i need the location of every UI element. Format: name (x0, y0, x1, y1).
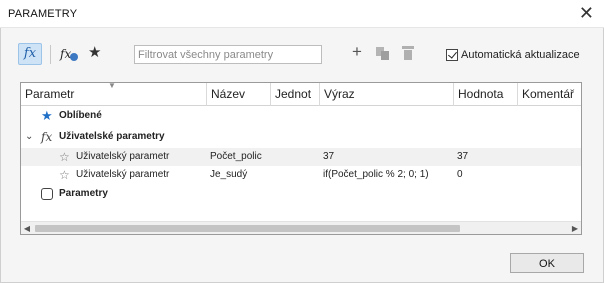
auto-update-label: Automatická aktualizace (461, 49, 580, 61)
column-header-jednotka[interactable]: Jednot (271, 83, 320, 106)
scroll-right-icon[interactable]: ▶ (569, 222, 581, 234)
horizontal-scrollbar[interactable]: ◀ ▶ (21, 221, 581, 234)
window-title: PARAMETRY (8, 8, 78, 20)
ok-button[interactable]: OK (510, 253, 584, 273)
cell-parametr: Uživatelský parametr (76, 169, 170, 180)
copy-icon[interactable] (376, 47, 390, 60)
category-label: Parametry (59, 188, 108, 199)
table-header: Parametr ▼ Název Jednot Výraz Hodnota Ko… (21, 82, 581, 106)
star-icon: ★ (41, 108, 53, 123)
table-row[interactable]: ☆ Uživatelský parametr Je_sudý if(Počet_… (21, 166, 581, 184)
user-fx-icon[interactable]: fx (60, 44, 80, 64)
auto-update-toggle[interactable]: Automatická aktualizace (446, 48, 580, 62)
filter-input[interactable] (134, 45, 322, 64)
fx-icon[interactable]: fx (18, 43, 42, 65)
category-parametry[interactable]: Parametry (21, 185, 581, 203)
star-outline-icon[interactable]: ☆ (59, 166, 70, 184)
parameter-icon (41, 188, 53, 200)
category-uzivatelske-parametry[interactable]: ⌄ fx Uživatelské parametry (21, 128, 581, 146)
title-bar: PARAMETRY ✕ (0, 0, 604, 28)
sort-caret-icon: ▼ (108, 82, 116, 90)
category-label: Oblíbené (59, 110, 102, 121)
parameters-table: Parametr ▼ Název Jednot Výraz Hodnota Ko… (20, 82, 582, 235)
scroll-left-icon[interactable]: ◀ (21, 222, 33, 234)
column-header-komentar[interactable]: Komentář (518, 83, 581, 106)
close-icon[interactable]: ✕ (579, 4, 594, 22)
cell-parametr: Uživatelský parametr (76, 151, 170, 162)
cell-nazev[interactable]: Je_sudý (210, 166, 247, 184)
cell-nazev[interactable]: Počet_polic (210, 148, 262, 166)
chevron-down-icon[interactable]: ⌄ (25, 128, 35, 146)
cell-hodnota: 0 (457, 169, 463, 180)
scrollbar-thumb[interactable] (35, 225, 460, 232)
category-label: Uživatelské parametry (59, 131, 165, 142)
column-header-nazev[interactable]: Název (207, 83, 271, 106)
category-oblibene[interactable]: ★ Oblíbené (21, 107, 581, 125)
cell-vyraz[interactable]: 37 (323, 148, 334, 166)
auto-update-checkbox[interactable] (446, 49, 458, 61)
table-row[interactable]: ☆ Uživatelský parametr Počet_polic 37 37 (21, 148, 581, 166)
column-header-hodnota[interactable]: Hodnota (454, 83, 518, 106)
trash-icon[interactable] (402, 46, 414, 61)
cell-hodnota: 37 (457, 151, 469, 162)
star-outline-icon[interactable]: ☆ (59, 148, 70, 166)
toolbar-divider (50, 45, 51, 64)
column-header-vyraz[interactable]: Výraz (320, 83, 454, 106)
fx-icon: fx (41, 130, 53, 144)
star-icon[interactable]: ★ (88, 43, 106, 63)
plus-icon[interactable]: + (352, 42, 362, 62)
cell-vyraz[interactable]: if(Počet_polic % 2; 0; 1) (323, 166, 429, 184)
